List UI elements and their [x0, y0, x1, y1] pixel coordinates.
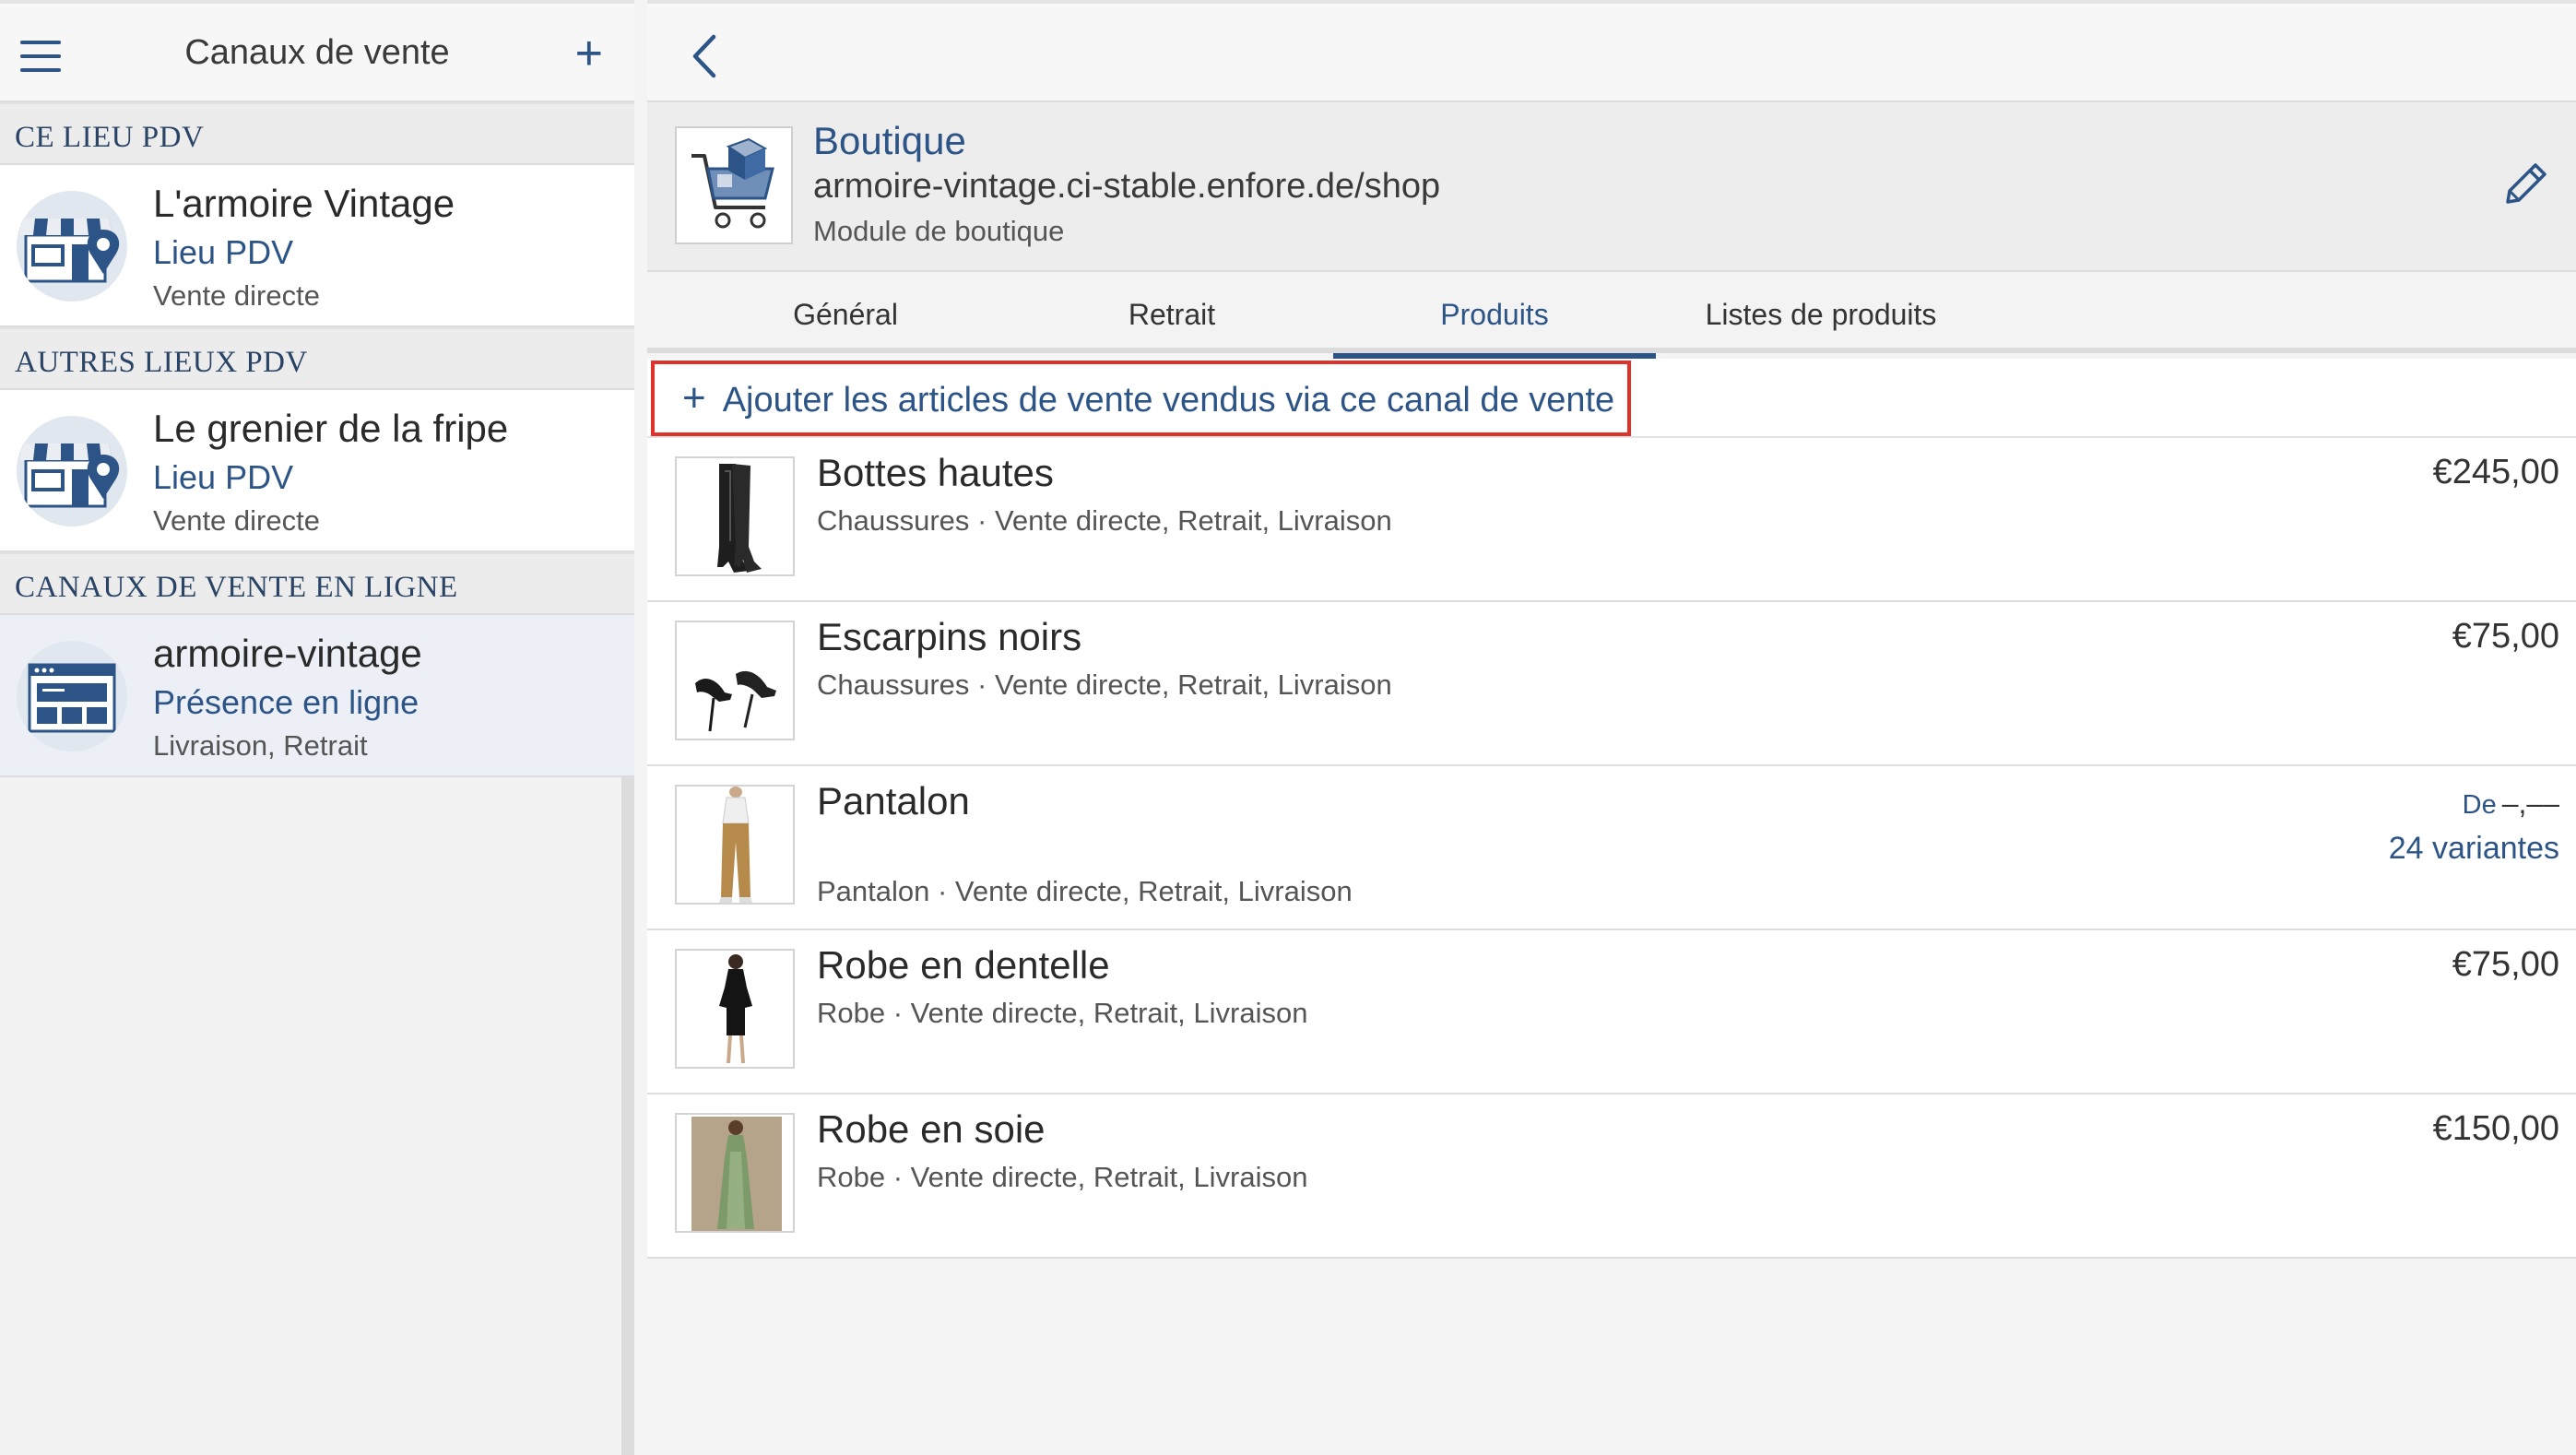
- channel-mode: Livraison, Retrait: [153, 729, 368, 762]
- product-row[interactable]: Escarpins noirs Chaussures · Vente direc…: [647, 602, 2576, 766]
- plus-icon: +: [682, 375, 706, 420]
- pencil-icon[interactable]: [2497, 158, 2552, 213]
- product-thumbnail: [675, 949, 795, 1069]
- channel-type: Lieu PDV: [153, 233, 294, 271]
- product-thumbnail: [675, 1113, 795, 1233]
- variants-link[interactable]: 24 variantes: [2389, 831, 2559, 867]
- channel-item-armoire-vintage-pos[interactable]: L'armoire Vintage Lieu PDV Vente directe: [0, 165, 634, 327]
- section-header-this-pos: CE LIEU PDV: [0, 102, 634, 165]
- channel-mode: Vente directe: [153, 504, 320, 537]
- price-from: De –,––: [2463, 787, 2559, 821]
- add-articles-button[interactable]: + Ajouter les articles de vente vendus vi…: [651, 361, 1632, 436]
- add-articles-row: + Ajouter les articles de vente vendus vi…: [647, 359, 2576, 438]
- tab-produits[interactable]: Produits: [1333, 272, 1656, 359]
- product-row[interactable]: Robe en dentelle Robe · Vente directe, R…: [647, 930, 2576, 1094]
- sidebar-title: Canaux de vente: [184, 33, 450, 72]
- product-name: Pantalon: [817, 779, 970, 822]
- tab-bar: Général Retrait Produits Listes de produ…: [647, 272, 2576, 359]
- add-articles-label: Ajouter les articles de vente vendus via…: [722, 381, 1615, 420]
- product-thumbnail: [675, 785, 795, 905]
- channel-name: L'armoire Vintage: [153, 182, 455, 225]
- sidebar: Canaux de vente + CE LIEU PDV L'armoire …: [0, 0, 634, 1455]
- product-price: €75,00: [2452, 617, 2559, 656]
- section-header-online-channels: CANAUX DE VENTE EN LIGNE: [0, 552, 634, 615]
- channel-item-armoire-vintage-online[interactable]: armoire-vintage Présence en ligne Livrai…: [0, 615, 634, 777]
- product-thumbnail: [675, 621, 795, 740]
- store-location-icon: [17, 191, 127, 302]
- shopping-cart-icon: [675, 126, 793, 244]
- product-row[interactable]: Bottes hautes Chaussures · Vente directe…: [647, 438, 2576, 602]
- shop-title: Boutique: [813, 119, 966, 162]
- channel-name: armoire-vintage: [153, 632, 422, 675]
- product-meta: Chaussures · Vente directe, Retrait, Liv…: [817, 668, 1392, 701]
- channel-item-grenier-fripe[interactable]: Le grenier de la fripe Lieu PDV Vente di…: [0, 390, 634, 552]
- hamburger-icon[interactable]: [20, 41, 61, 72]
- add-channel-button[interactable]: +: [575, 30, 603, 77]
- store-location-icon: [17, 416, 127, 526]
- product-row[interactable]: Robe en soie Robe · Vente directe, Retra…: [647, 1094, 2576, 1259]
- section-header-other-pos: AUTRES LIEUX PDV: [0, 327, 634, 390]
- channel-name: Le grenier de la fripe: [153, 407, 509, 450]
- shop-module: Module de boutique: [813, 215, 1065, 247]
- main-panel: Boutique armoire-vintage.ci-stable.enfor…: [647, 0, 2576, 1455]
- product-price: €75,00: [2452, 945, 2559, 984]
- shop-url: armoire-vintage.ci-stable.enfore.de/shop: [813, 167, 1441, 206]
- product-price: €150,00: [2432, 1109, 2559, 1148]
- product-meta: Pantalon · Vente directe, Retrait, Livra…: [817, 875, 1353, 907]
- product-row[interactable]: Pantalon Pantalon · Vente directe, Retra…: [647, 766, 2576, 930]
- product-price: €245,00: [2432, 453, 2559, 491]
- product-name: Escarpins noirs: [817, 615, 1082, 658]
- product-name: Bottes hautes: [817, 451, 1054, 494]
- product-meta: Robe · Vente directe, Retrait, Livraison: [817, 1161, 1308, 1193]
- main-toolbar: [647, 0, 2576, 102]
- browser-window-icon: [17, 641, 127, 751]
- channel-mode: Vente directe: [153, 279, 320, 312]
- shop-header: Boutique armoire-vintage.ci-stable.enfor…: [647, 102, 2576, 272]
- tab-listes-de-produits[interactable]: Listes de produits: [1660, 272, 1982, 353]
- channel-type: Lieu PDV: [153, 458, 294, 496]
- chevron-left-icon[interactable]: [684, 33, 725, 79]
- channel-type: Présence en ligne: [153, 683, 419, 721]
- product-name: Robe en soie: [817, 1107, 1046, 1151]
- tab-retrait[interactable]: Retrait: [1010, 272, 1333, 353]
- product-thumbnail: [675, 456, 795, 576]
- product-meta: Chaussures · Vente directe, Retrait, Liv…: [817, 504, 1392, 537]
- price-from-value: –,––: [2501, 787, 2559, 820]
- product-name: Robe en dentelle: [817, 943, 1110, 987]
- product-meta: Robe · Vente directe, Retrait, Livraison: [817, 997, 1308, 1029]
- tab-general[interactable]: Général: [684, 272, 1007, 353]
- sidebar-header: Canaux de vente +: [0, 0, 634, 102]
- price-from-label: De: [2462, 790, 2497, 820]
